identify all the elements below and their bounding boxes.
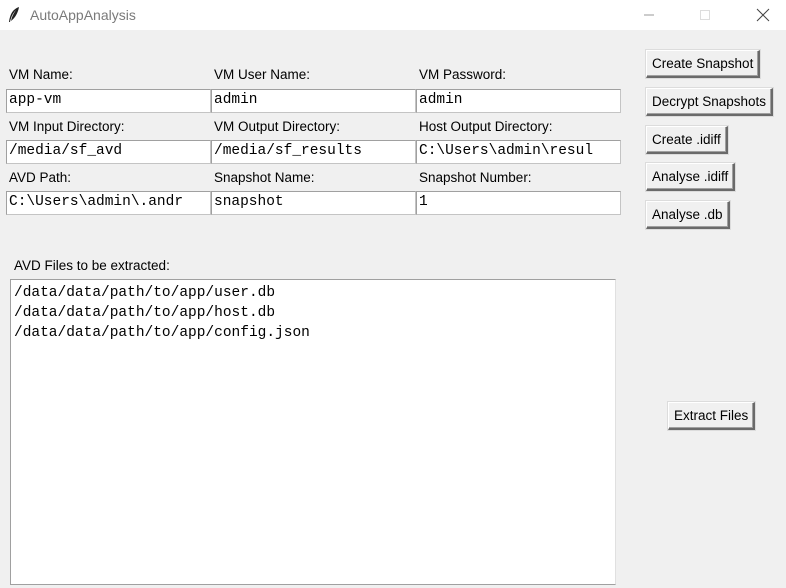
- avd-path-label: AVD Path:: [9, 170, 72, 185]
- create-idiff-button[interactable]: Create .idiff: [646, 126, 728, 154]
- snapshot-number-field[interactable]: 1: [416, 191, 621, 215]
- vm-output-directory-label: VM Output Directory:: [214, 119, 341, 134]
- vm-user-name-field[interactable]: admin: [211, 89, 416, 113]
- maximize-icon: [700, 10, 710, 20]
- host-output-directory-label: Host Output Directory:: [419, 119, 553, 134]
- title-bar: AutoAppAnalysis: [0, 0, 786, 30]
- window-title: AutoAppAnalysis: [30, 7, 136, 23]
- close-button[interactable]: [740, 0, 786, 30]
- avd-files-label: AVD Files to be extracted:: [14, 258, 170, 273]
- create-snapshot-button[interactable]: Create Snapshot: [646, 50, 761, 78]
- vm-password-label: VM Password:: [419, 67, 507, 82]
- extract-files-button[interactable]: Extract Files: [668, 402, 756, 430]
- analyse-idiff-button[interactable]: Analyse .idiff: [646, 163, 736, 191]
- vm-input-directory-field[interactable]: /media/sf_avd: [6, 140, 211, 164]
- snapshot-name-field[interactable]: snapshot: [211, 191, 416, 215]
- list-item: /data/data/path/to/app/config.json: [14, 325, 310, 341]
- vm-input-directory-label: VM Input Directory:: [9, 119, 125, 134]
- maximize-button[interactable]: [682, 0, 728, 30]
- list-item: /data/data/path/to/app/user.db: [14, 285, 276, 301]
- snapshot-name-label: Snapshot Name:: [214, 170, 315, 185]
- list-item: /data/data/path/to/app/host.db: [14, 305, 276, 321]
- avd-files-textarea[interactable]: /data/data/path/to/app/user.db /data/dat…: [10, 279, 616, 585]
- minimize-icon: [644, 14, 654, 16]
- avd-path-field[interactable]: C:\Users\admin\.andr: [6, 191, 211, 215]
- analyse-db-button[interactable]: Analyse .db: [646, 201, 730, 229]
- host-output-directory-field[interactable]: C:\Users\admin\resul: [416, 140, 621, 164]
- close-icon: [756, 8, 770, 22]
- vm-name-field[interactable]: app-vm: [6, 89, 211, 113]
- vm-user-name-label: VM User Name:: [214, 67, 311, 82]
- feather-icon: [6, 6, 22, 24]
- vm-password-field[interactable]: admin: [416, 89, 621, 113]
- snapshot-number-label: Snapshot Number:: [419, 170, 532, 185]
- decrypt-snapshots-button[interactable]: Decrypt Snapshots: [646, 88, 774, 116]
- vm-output-directory-field[interactable]: /media/sf_results: [211, 140, 416, 164]
- vm-name-label: VM Name:: [9, 67, 73, 82]
- minimize-button[interactable]: [626, 0, 672, 30]
